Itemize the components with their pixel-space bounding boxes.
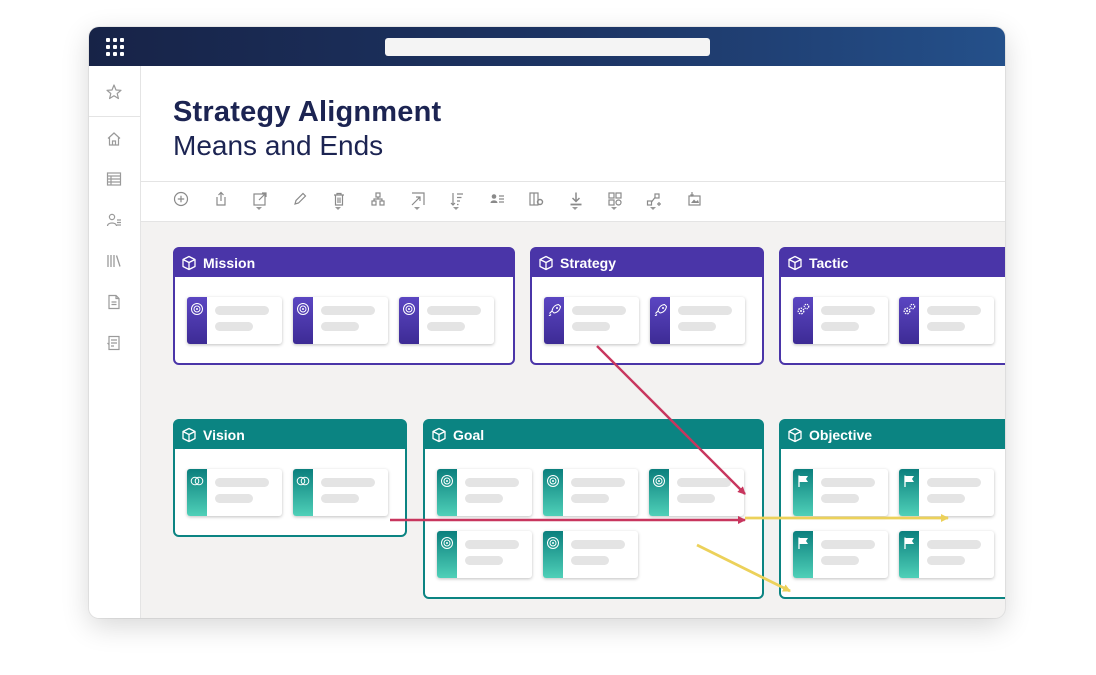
document-icon[interactable]	[105, 293, 123, 311]
people-list-icon[interactable]	[489, 191, 507, 213]
add-icon[interactable]	[173, 191, 191, 213]
page-title: Strategy Alignment	[173, 96, 442, 128]
link-strategy-goal[interactable]	[596, 345, 746, 495]
page-subtitle: Means and Ends	[173, 130, 384, 161]
link-goal-objective-2[interactable]	[696, 543, 791, 593]
page-header: Strategy Alignment Means and Ends	[141, 66, 1005, 182]
trash-icon[interactable]	[331, 191, 349, 213]
sort-icon[interactable]	[449, 191, 467, 213]
open-external-icon[interactable]	[252, 191, 270, 213]
column-settings-icon[interactable]	[528, 191, 546, 213]
star-icon[interactable]	[105, 83, 123, 101]
hierarchy-icon[interactable]	[370, 191, 388, 213]
home-icon[interactable]	[105, 130, 123, 148]
library-icon[interactable]	[105, 252, 123, 270]
app-window: Strategy Alignment Means and Ends Missio…	[89, 27, 1005, 618]
image-export-icon[interactable]	[686, 191, 704, 213]
sidebar	[89, 66, 141, 618]
connect-icon[interactable]	[646, 191, 664, 213]
link-arrows	[390, 345, 949, 593]
toolbar	[141, 182, 1005, 222]
app-launcher-icon[interactable]	[106, 38, 124, 56]
checklist-icon[interactable]	[105, 334, 123, 352]
table-icon[interactable]	[105, 170, 123, 188]
sidebar-divider	[89, 116, 140, 117]
users-icon[interactable]	[105, 211, 123, 229]
title-bar	[89, 27, 1005, 66]
pencil-icon[interactable]	[292, 191, 310, 213]
address-bar[interactable]	[385, 38, 710, 56]
download-icon[interactable]	[568, 191, 586, 213]
diagram-canvas: Mission Strategy Tactic Vision Goal Obje…	[141, 222, 1005, 618]
share-icon[interactable]	[213, 191, 231, 213]
expand-icon[interactable]	[410, 191, 428, 213]
layout-icon[interactable]	[607, 191, 625, 213]
